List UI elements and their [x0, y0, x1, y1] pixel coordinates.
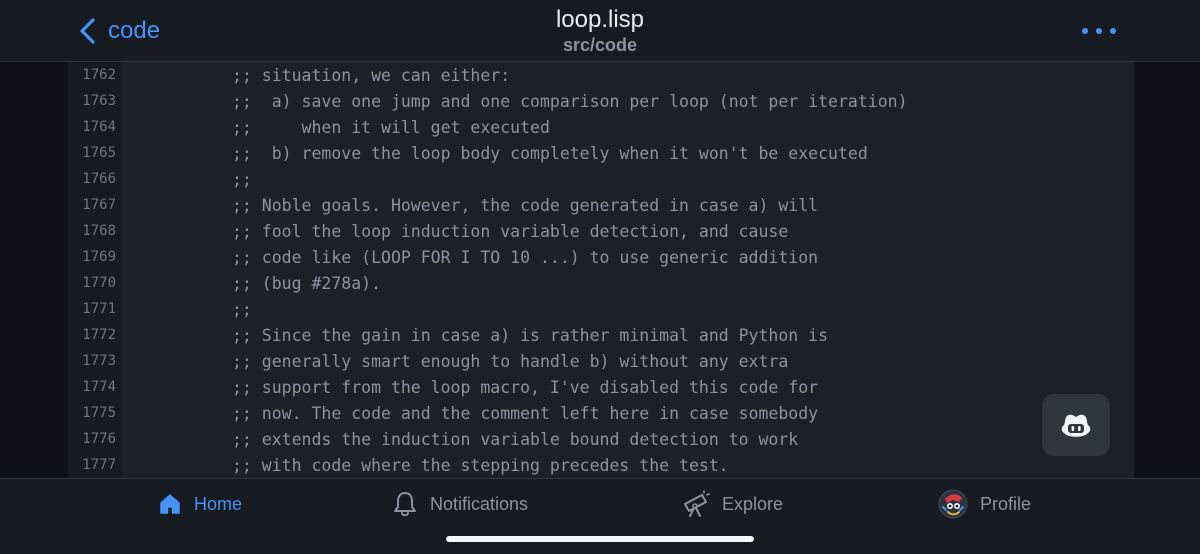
home-indicator — [446, 536, 754, 542]
copilot-button[interactable] — [1042, 394, 1110, 456]
code-line: 1772 ;; Since the gain in case a) is rath… — [68, 322, 1134, 348]
tab-profile[interactable]: Profile — [938, 489, 1031, 519]
line-text: ;; code like (LOOP FOR I TO 10 ...) to u… — [232, 247, 819, 267]
code-line: 1774 ;; support from the loop macro, I've… — [68, 374, 1134, 400]
tab-explore-label: Explore — [722, 493, 784, 514]
telescope-icon — [684, 490, 710, 517]
code-line: 1766;; — [68, 166, 1134, 192]
file-title: loop.lisp — [555, 6, 645, 33]
tab-home-label: Home — [194, 493, 243, 514]
line-text: ;; (bug #278a). — [232, 273, 382, 293]
top-nav-bar: code loop.lisp src/code — [0, 0, 1200, 62]
line-number: 1763 — [82, 93, 116, 109]
line-number: 1770 — [82, 275, 116, 291]
line-number: 1774 — [82, 379, 116, 395]
line-number: 1775 — [82, 405, 116, 421]
line-text: ;; now. The code and the comment left he… — [232, 403, 819, 423]
line-number: 1771 — [82, 301, 116, 317]
code-line: 1773 ;; generally smart enough to handle … — [68, 348, 1134, 374]
line-number: 1766 — [82, 171, 116, 187]
line-text: ;; Since the gain in case a) is rather m… — [232, 325, 829, 345]
line-text: ;; extends the induction variable bound … — [232, 429, 799, 449]
line-text: ;; fool the loop induction variable dete… — [232, 221, 789, 241]
line-text: ;; when it will get executed — [232, 117, 550, 137]
line-number: 1764 — [82, 119, 116, 135]
bell-icon — [394, 492, 416, 517]
line-number: 1772 — [82, 327, 116, 343]
code-line: 1762 ;; situation, we can either: — [68, 62, 1134, 88]
line-number: 1777 — [82, 457, 116, 473]
tab-profile-label: Profile — [980, 493, 1032, 514]
line-number: 1767 — [82, 197, 116, 213]
tab-notifications[interactable]: Notifications — [392, 489, 528, 519]
code-view[interactable]: 1762 ;; situation, we can either: 1763 ;; … — [0, 62, 1200, 478]
code-line: 1767 ;; Noble goals. However, the code ge… — [68, 192, 1134, 218]
code-line: 1764 ;; when it will get executed — [68, 114, 1134, 140]
code-line: 1777 ;; with code where the stepping prec… — [68, 452, 1134, 478]
code-line: 1763 ;; a) save one jump and one comparis… — [68, 88, 1134, 114]
line-text: ;; b) remove the loop body completely wh… — [232, 143, 868, 163]
line-text: ;; generally smart enough to handle b) w… — [232, 351, 789, 371]
back-button[interactable]: code — [76, 14, 160, 48]
line-text: ;; a) save one jump and one comparison p… — [232, 91, 908, 111]
back-label: code — [108, 17, 161, 44]
code-line: 1770 ;; (bug #278a). — [68, 270, 1134, 296]
line-text: ;; Noble goals. However, the code genera… — [232, 195, 819, 215]
line-text: ;; with code where the stepping precedes… — [232, 455, 729, 475]
line-number: 1776 — [82, 431, 116, 447]
code-line: 1769 ;; code like (LOOP FOR I TO 10 ...) … — [68, 244, 1134, 270]
line-text: ;; support from the loop macro, I've dis… — [232, 377, 819, 397]
chevron-left-icon — [80, 18, 95, 44]
file-path: src/code — [562, 35, 638, 55]
copilot-icon — [1061, 414, 1091, 437]
line-number: 1762 — [82, 67, 116, 83]
line-number: 1773 — [82, 353, 116, 369]
line-number: 1765 — [82, 145, 116, 161]
code-line: 1768 ;; fool the loop induction variable … — [68, 218, 1134, 244]
bottom-tab-bar: Home Notifications Explore Profile — [0, 478, 1200, 554]
code-lines: 1762 ;; situation, we can either: 1763 ;; … — [68, 62, 1134, 478]
code-line: 1771;; — [68, 296, 1134, 322]
line-number: 1768 — [82, 223, 116, 239]
tab-explore[interactable]: Explore — [682, 489, 783, 519]
file-title-block: loop.lisp src/code — [400, 6, 800, 56]
avatar — [938, 489, 968, 519]
line-text: ;; — [232, 169, 252, 189]
tab-home[interactable]: Home — [158, 489, 242, 519]
more-dots-icon[interactable] — [1082, 20, 1116, 42]
line-number: 1769 — [82, 249, 116, 265]
tab-notifications-label: Notifications — [430, 493, 529, 514]
line-text: ;; situation, we can either: — [232, 65, 511, 85]
code-line: 1765 ;; b) remove the loop body completel… — [68, 140, 1134, 166]
home-icon — [160, 494, 180, 514]
code-line: 1776 ;; extends the induction variable bo… — [68, 426, 1134, 452]
line-text: ;; — [232, 299, 252, 319]
code-line: 1775 ;; now. The code and the comment lef… — [68, 400, 1134, 426]
